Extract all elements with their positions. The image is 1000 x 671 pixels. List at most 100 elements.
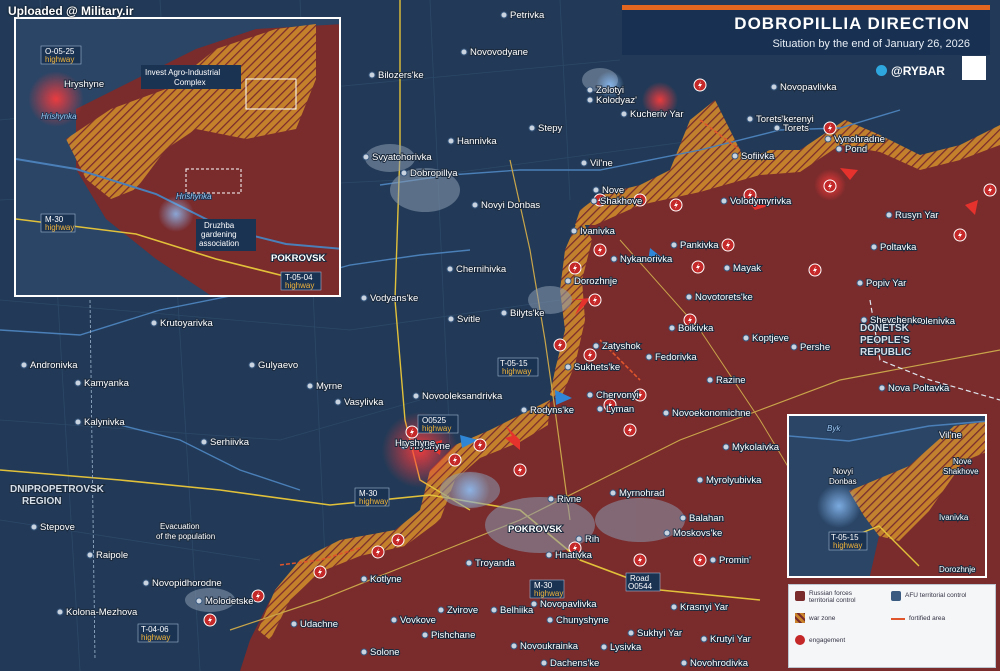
legend-engagement-label: engagement [809,637,846,644]
town-dot [510,642,518,650]
town-dot [421,631,429,639]
town-label: Novyi Donbas [481,200,540,211]
svg-text:highway: highway [359,497,388,506]
svg-text:highway: highway [45,223,74,232]
svg-text:gardening: gardening [201,230,237,239]
town-label: Stepove [40,522,75,533]
town-label: Zatyshok [602,341,641,352]
region-dnipro-line2: REGION [22,496,61,507]
town-dot [610,255,618,263]
highway-badge-o0525: O0525 highway [417,414,459,434]
town-label: Svyatohorivka [372,152,432,163]
town-label: Sukhyi Yar [637,628,682,639]
town-dot [773,124,781,132]
telegram-icon [876,65,887,76]
town-dot [885,211,893,219]
engagement-icon [593,243,607,257]
town-dot [662,409,670,417]
town-dot [334,398,342,406]
svg-text:Dorozhnje: Dorozhnje [939,565,976,574]
town-label: Kucheriv Yar [630,109,684,120]
town-label: Razine [716,375,746,386]
town-label: Zvirove [447,605,478,616]
evacuation-label-2: of the population [156,532,215,541]
svg-text:association: association [199,239,239,248]
engagement-icon [553,338,567,352]
town-label: Kamyanka [84,378,130,389]
town-label: Balahan [689,513,724,524]
svg-text:Ivanivka: Ivanivka [939,513,969,522]
region-donetsk-line2: PEOPLE'S [860,335,910,346]
engagement-icon [583,348,597,362]
engagement-icon [808,263,822,277]
town-label: Myrne [316,381,342,392]
legend-warzone-label: war zone [809,615,836,622]
svg-text:Hryshyne: Hryshyne [64,79,104,90]
town-dot [528,124,536,132]
town-dot [770,83,778,91]
town-label: Udachne [300,619,338,630]
town-dot [290,620,298,628]
town-label: Petrivka [510,10,545,21]
town-label: Kolona-Mezhova [66,607,138,618]
town-dot [490,606,498,614]
town-dot [530,600,538,608]
svg-text:Hrishynka: Hrishynka [176,192,212,201]
town-dot [586,391,594,399]
town-label: Vasylivka [344,397,384,408]
svg-text:highway: highway [45,55,74,64]
inset-novyi-donbas-map: Byk Vil'ne Novyi Donbas Nove Shakhove Iv… [789,416,985,576]
town-label: Popiv Yar [866,278,906,289]
engagement-icon [633,553,647,567]
town-dot [590,197,598,205]
town-label: Hnativka [555,550,593,561]
town-dot [586,86,594,94]
town-label: Novovodyane [470,47,528,58]
svg-text:Invest Agro-Industrial: Invest Agro-Industrial [145,68,220,77]
town-dot [74,418,82,426]
engagement-icon [721,238,735,252]
highway-badge-m30-south: M-30 highway [529,579,565,599]
engagement-icon [473,438,487,452]
engagement-icon [391,533,405,547]
town-label: Solone [370,647,400,658]
town-dot [360,648,368,656]
legend-afu-label: AFU territorial control [905,592,967,599]
region-dnipro-line1: DNIPROPETROVSK [10,484,105,495]
town-dot [30,523,38,531]
legend-afu-swatch [891,591,901,601]
svg-text:O0544: O0544 [628,582,653,591]
svg-text:Hrishynka: Hrishynka [41,112,77,121]
engagement-icon [669,198,683,212]
town-label: Stepy [538,123,563,134]
inset-hryshyne-map: Hryshyne Hrishynka Hrishynka POKROVSK O-… [16,19,339,295]
map-legend: Russian forces territorial control AFU t… [788,584,996,668]
highway-badge-m30-west: M-30 highway [354,487,390,507]
town-dot [706,376,714,384]
upload-watermark: Uploaded @ Military.ir [8,4,134,18]
engagement-icon [983,183,997,197]
brand-text: @RYBAR [891,64,945,78]
town-dot [471,201,479,209]
town-dot [709,556,717,564]
svg-text:highway: highway [285,281,314,290]
town-dot [720,197,728,205]
engagement-icon [405,425,419,439]
svg-text:Shakhove: Shakhove [943,467,979,476]
town-dot [746,115,754,123]
town-label: Novotorets'ke [695,292,753,303]
town-label: Myrnohrad [619,488,664,499]
qr-code-icon[interactable] [962,56,986,80]
evacuation-label-1: Evacuation [160,522,200,531]
town-dot [696,476,704,484]
town-label: Novoukrainka [520,641,579,652]
town-dot [731,152,739,160]
town-dot [700,635,708,643]
town-label: Fedorivka [655,352,697,363]
town-label: Pershe [800,342,830,353]
town-dot [360,575,368,583]
brand-handle[interactable]: @RYBAR [876,64,945,78]
town-dot [447,137,455,145]
town-label: Dobropillya [410,168,458,179]
region-donetsk: DONETSK PEOPLE'S REPUBLIC [859,322,912,359]
